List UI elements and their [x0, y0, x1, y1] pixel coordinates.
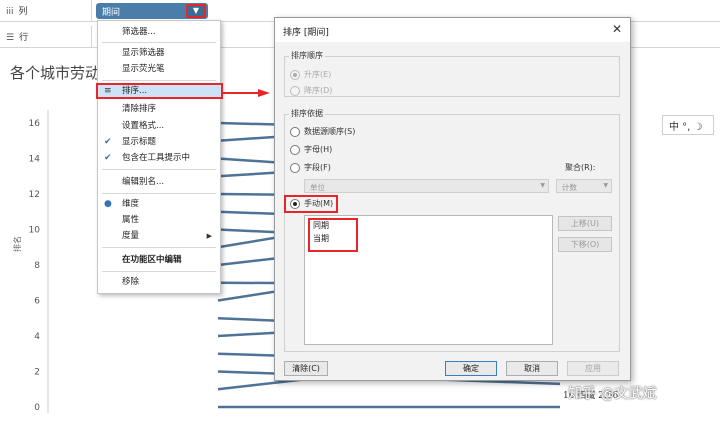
sort-order-title: 排序顺序 — [289, 50, 325, 61]
sort-order-group — [284, 56, 620, 97]
submenu-arrow-icon: ▶ — [206, 232, 212, 240]
y-tick-label: 16 — [29, 119, 41, 129]
descending-radio[interactable]: 降序(D) — [290, 85, 332, 97]
menu-item-attribute[interactable]: 属性 — [98, 213, 220, 227]
chevron-down-icon: ▼ — [603, 182, 608, 189]
menu-item-include-tooltip[interactable]: ✔ 包含在工具提示中 — [98, 151, 220, 165]
check-icon: ✔ — [104, 153, 112, 163]
menu-item-remove[interactable]: 移除 — [98, 275, 220, 289]
aggregation-select[interactable]: 计数 ▼ — [556, 179, 612, 193]
manual-radio[interactable]: 手动(M) — [290, 198, 333, 210]
menu-item-sort[interactable]: ≡ 排序... — [96, 83, 223, 99]
menu-item-show-header[interactable]: ✔ 显示标题 — [98, 135, 220, 149]
ok-button[interactable]: 确定 — [445, 361, 497, 376]
ascending-radio[interactable]: 升序(E) — [290, 69, 331, 81]
list-item[interactable]: 当期 — [313, 233, 329, 244]
datasource-order-radio[interactable]: 数据源顺序(S) — [290, 126, 355, 138]
menu-item-dimension[interactable]: ● 维度 — [98, 197, 220, 211]
menu-separator — [102, 193, 216, 194]
y-tick-label: 4 — [34, 332, 40, 342]
menu-separator — [102, 80, 216, 81]
menu-item-measure[interactable]: 度量 ▶ — [98, 229, 220, 243]
menu-item-edit-alias[interactable]: 编辑别名... — [98, 175, 220, 189]
chevron-down-icon: ▼ — [540, 182, 545, 189]
ime-indicator: 中 °, ☽ — [662, 115, 714, 135]
pill-context-menu: 筛选器... 显示筛选器 显示荧光笔 ≡ 排序... 清除排序 设置格式... ✔… — [96, 20, 223, 294]
dialog-titlebar: 排序 [期间] ✕ — [275, 18, 630, 42]
menu-separator — [102, 42, 216, 43]
y-tick-label: 0 — [34, 403, 40, 413]
dot-icon: ● — [104, 199, 112, 209]
y-tick-label: 14 — [29, 155, 41, 165]
menu-item-format[interactable]: 设置格式... — [98, 119, 220, 133]
field-radio[interactable]: 字段(F) — [290, 162, 331, 174]
dialog-title: 排序 [期间] — [283, 28, 329, 38]
menu-separator — [102, 169, 216, 170]
manual-order-list[interactable]: 同期 当期 — [304, 215, 553, 345]
apply-button[interactable]: 应用 — [567, 361, 619, 376]
menu-separator — [102, 271, 216, 272]
sort-icon: ≡ — [104, 86, 112, 96]
check-icon: ✔ — [104, 137, 112, 147]
y-tick-label: 8 — [34, 261, 40, 271]
menu-item-show-highlighter[interactable]: 显示荧光笔 — [98, 62, 220, 76]
alphabetic-radio[interactable]: 字母(H) — [290, 144, 332, 156]
y-tick-label: 10 — [29, 226, 41, 236]
move-up-button[interactable]: 上移(U) — [558, 216, 612, 231]
aggregation-label: 聚合(R): — [565, 163, 596, 172]
sort-dialog: 排序 [期间] ✕ 排序顺序 升序(E) 降序(D) 排序依据 数据源顺序(S)… — [274, 17, 631, 381]
field-select[interactable]: 单位 ▼ — [304, 179, 549, 193]
menu-item-edit-in-shelf[interactable]: 在功能区中编辑 — [98, 253, 220, 267]
y-tick-label: 12 — [29, 190, 40, 200]
list-item[interactable]: 同期 — [313, 220, 329, 231]
watermark: 知乎 @文武斌 — [568, 386, 657, 402]
menu-item-clear-sort[interactable]: 清除排序 — [98, 102, 220, 116]
sort-by-title: 排序依据 — [289, 108, 325, 119]
y-tick-label: 2 — [34, 368, 40, 378]
cancel-button[interactable]: 取消 — [506, 361, 558, 376]
clear-button[interactable]: 清除(C) — [284, 361, 328, 376]
menu-item-show-filter[interactable]: 显示筛选器 — [98, 46, 220, 60]
menu-separator — [102, 247, 216, 248]
move-down-button[interactable]: 下移(O) — [558, 237, 612, 252]
menu-item-filter[interactable]: 筛选器... — [98, 25, 220, 39]
close-icon[interactable]: ✕ — [612, 22, 622, 36]
annotation-arrow-icon — [222, 89, 270, 97]
y-tick-label: 6 — [34, 297, 40, 307]
